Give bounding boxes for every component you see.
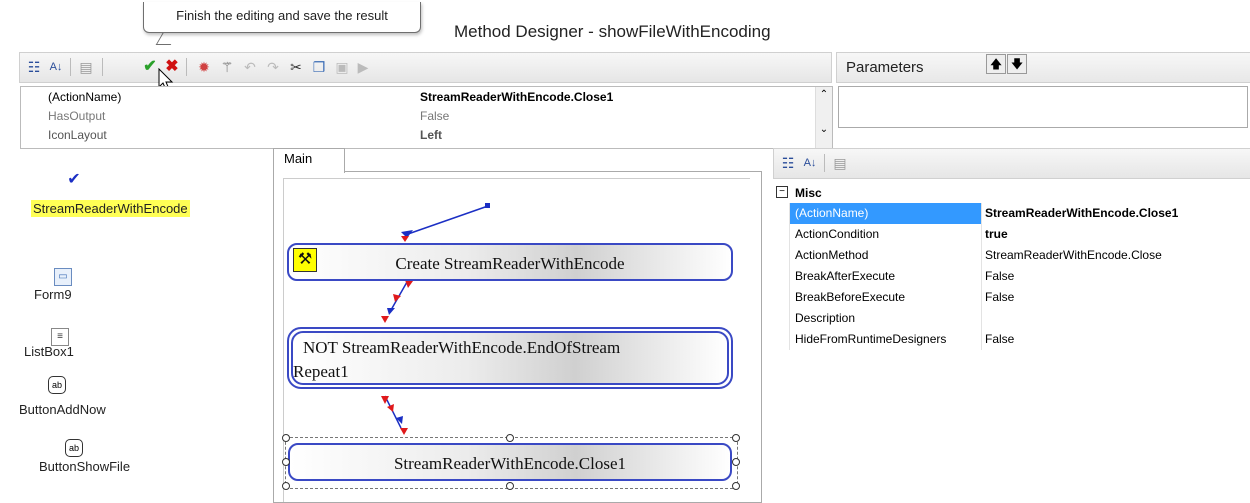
resize-handle[interactable] [506,434,514,442]
property-row[interactable]: HideFromRuntimeDesigners False [773,329,1249,350]
cut-icon[interactable]: ✂ [286,57,306,77]
node-label: NOT StreamReaderWithEncode.EndOfStream [303,338,621,357]
categorized-icon[interactable]: ☷ [778,153,798,173]
undo-icon[interactable]: ↶ [240,57,260,77]
property-pages-icon[interactable]: ▤ [830,153,850,173]
arrow-head [387,404,394,412]
node-close1[interactable]: StreamReaderWithEncode.Close1 [288,443,732,481]
property-value: False [985,269,1015,283]
scroll-down-icon[interactable]: ⌄ [816,124,832,135]
grid-line [789,203,790,350]
move-down-button[interactable]: 🡇 [1007,54,1027,74]
form-icon: ▭ [54,268,72,286]
component-streamreaderwithencode[interactable]: StreamReaderWithEncode [31,200,190,217]
designer-toolbar: ☷ A↓ ▤ ✔ ✖ ✹ ⚚ ↶ ↷ ✂ ❐ ▣ ▶ [19,52,832,83]
component-icon: ✔ [67,171,81,188]
copy-icon[interactable]: ❐ [309,57,329,77]
alphabetical-icon[interactable]: A↓ [800,153,820,173]
action-sun-icon[interactable]: ✹ [194,57,214,77]
redo-icon[interactable]: ↷ [263,57,283,77]
resize-handle[interactable] [506,482,514,490]
magic-wand-icon[interactable]: ⚚ [217,57,237,77]
property-name: ActionMethod [795,248,869,262]
resize-handle[interactable] [282,458,290,466]
arrow-head [387,308,395,315]
move-up-button[interactable]: 🡅 [986,54,1006,74]
arrow-head [381,316,389,323]
resize-handle[interactable] [732,434,740,442]
paste-icon[interactable]: ▣ [332,57,352,77]
property-value: true [985,227,1008,241]
node-label: StreamReaderWithEncode.Close1 [393,454,627,473]
property-value: False [985,332,1015,346]
property-row[interactable]: ActionMethod StreamReaderWithEncode.Clos… [773,245,1249,266]
collapse-icon[interactable]: − [776,186,788,198]
property-value: StreamReaderWithEncode.Close [985,248,1162,262]
toolbar-separator [186,58,187,76]
resize-handle[interactable] [282,482,290,490]
scroll-up-icon[interactable]: ⌃ [816,89,832,100]
toolbar-separator [102,58,103,76]
connector-handle [485,203,490,208]
node-label: Repeat1 [293,362,349,381]
resize-handle[interactable] [732,458,740,466]
property-row[interactable]: HasOutput False [21,109,811,127]
connector-line [407,205,489,235]
button-icon: ab [48,376,66,394]
property-value: StreamReaderWithEncode.Close1 [985,206,1179,220]
finish-tooltip: Finish the editing and save the result [143,2,421,33]
component-listbox1[interactable]: ListBox1 [24,344,74,359]
property-value: False [985,290,1015,304]
component-tree: ✔ StreamReaderWithEncode ▭ Form9 ≡ ListB… [19,150,267,501]
property-row[interactable]: ActionCondition true [773,224,1249,245]
component-form9[interactable]: Form9 [34,287,72,302]
property-name: IconLayout [48,128,107,142]
arrow-head [400,428,408,435]
property-value: Left [420,128,442,142]
categorized-icon[interactable]: ☷ [24,57,44,77]
property-grid-toolbar: ☷ A↓ ▤ [773,148,1250,179]
property-row[interactable]: BreakBeforeExecute False [773,287,1249,308]
node-create-streamreader[interactable]: ⚒ Create StreamReaderWithEncode [287,243,733,281]
component-buttonshowfile[interactable]: ButtonShowFile [39,459,130,474]
category-row[interactable]: − Misc [773,184,1249,205]
property-row[interactable]: IconLayout Left [21,128,811,146]
property-name: (ActionName) [795,206,869,220]
property-name: BreakAfterExecute [795,269,896,283]
resize-handle[interactable] [282,434,290,442]
toolbar-separator [70,58,71,76]
parameters-list[interactable] [838,86,1248,128]
property-value: StreamReaderWithEncode.Close1 [420,90,614,104]
vertical-scrollbar[interactable]: ⌃ ⌄ [815,87,832,148]
node-label: Create StreamReaderWithEncode [395,254,625,273]
parameters-label: Parameters [846,59,924,76]
property-row[interactable]: Description [773,308,1249,329]
alphabetical-icon[interactable]: A↓ [46,57,66,77]
toolbar-separator [824,154,825,172]
grid-line [981,203,982,350]
tab-main[interactable]: Main [273,148,345,173]
property-row[interactable]: BreakAfterExecute False [773,266,1249,287]
arrow-head [401,236,409,242]
action-properties-list[interactable]: (ActionName) StreamReaderWithEncode.Clos… [20,86,833,149]
property-name: HideFromRuntimeDesigners [795,332,947,346]
property-row[interactable]: (ActionName) StreamReaderWithEncode.Clos… [21,90,811,108]
button-icon: ab [65,439,83,457]
property-name: Description [795,311,856,325]
resize-handle[interactable] [732,482,740,490]
run-icon[interactable]: ▶ [353,57,373,77]
property-grid: − Misc (ActionName) StreamReaderWithEnco… [773,180,1249,501]
property-pages-icon[interactable]: ▤ [76,57,96,77]
component-buttonaddnow[interactable]: ButtonAddNow [19,402,106,417]
window-title: Method Designer - showFileWithEncoding [454,22,771,41]
property-name: HasOutput [48,109,106,123]
property-name: BreakBeforeExecute [795,290,906,304]
property-value: False [420,109,450,123]
node-repeat1[interactable]: NOT StreamReaderWithEncode.EndOfStream R… [291,331,729,385]
property-row[interactable]: (ActionName) StreamReaderWithEncode.Clos… [773,203,1249,224]
property-name: (ActionName) [48,90,122,104]
category-label: Misc [795,186,822,200]
property-name: ActionCondition [795,227,880,241]
